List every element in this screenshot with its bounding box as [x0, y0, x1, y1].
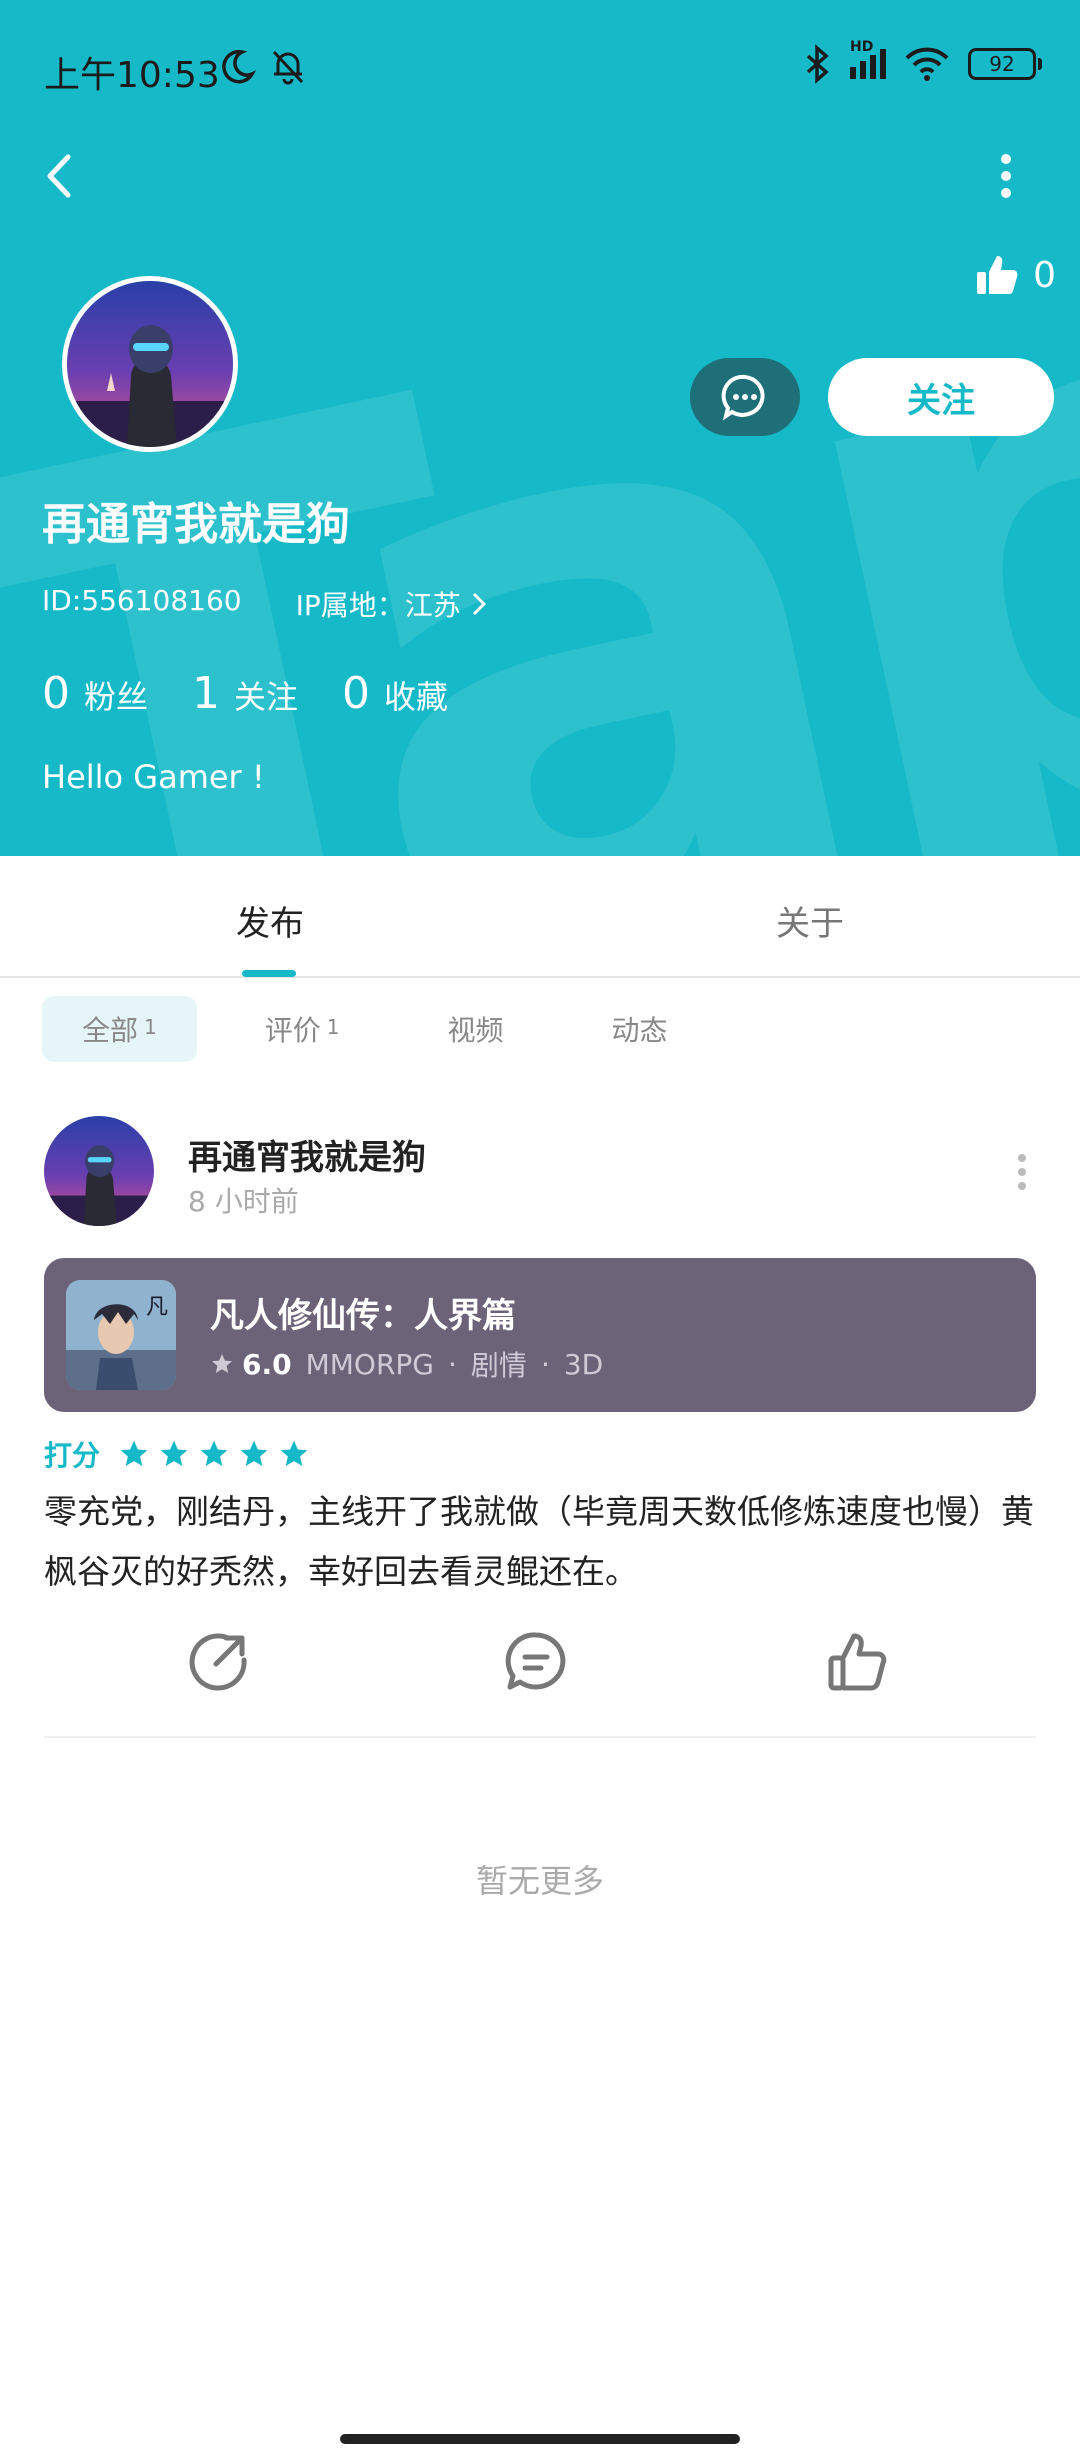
tab-about[interactable]: 关于	[776, 896, 844, 945]
profile-username: 再通宵我就是狗	[42, 499, 350, 550]
more-vertical-icon	[1018, 1154, 1026, 1190]
avatar-image	[44, 1116, 154, 1226]
avatar-image	[67, 281, 233, 447]
profile-tabs: 发布 关于	[0, 856, 1080, 978]
game-score: 6.0	[210, 1348, 292, 1381]
rating-stars	[118, 1438, 310, 1470]
content-filters: 全部 1 评价 1 视频 动态	[42, 996, 708, 1062]
ip-location-link[interactable]: IP属地：江苏	[296, 584, 487, 624]
following-stat[interactable]: 1 关注	[192, 668, 298, 719]
wifi-icon	[905, 47, 949, 81]
profile-header: TapTap 上午10:53 HD 92 0 关注 再通宵我就是狗 ID:556…	[0, 0, 1080, 856]
filter-moments[interactable]: 动态	[572, 996, 708, 1062]
back-button[interactable]	[24, 140, 96, 212]
post-divider	[44, 1736, 1036, 1738]
active-tab-indicator	[242, 970, 296, 977]
follow-button[interactable]: 关注	[828, 358, 1054, 436]
tab-publish[interactable]: 发布	[236, 896, 304, 945]
comment-icon	[505, 1632, 566, 1690]
post-more-button[interactable]	[1012, 1152, 1032, 1192]
svg-text:凡: 凡	[146, 1295, 168, 1320]
bluetooth-icon	[806, 44, 829, 84]
share-icon	[189, 1633, 247, 1691]
star-icon	[160, 1440, 188, 1466]
review-text: 零充党，刚结丹，主线开了我就做（毕竟周天数低修炼速度也慢）黄枫谷灭的好秃然，幸好…	[44, 1492, 1034, 1591]
game-cover-image: 凡	[66, 1280, 176, 1390]
like-count: 0	[1033, 254, 1056, 296]
user-id: ID:556108160	[42, 584, 242, 617]
post-author-name[interactable]: 再通宵我就是狗	[188, 1130, 426, 1179]
no-more-content: 暂无更多	[475, 1862, 604, 1900]
cellular-signal-icon: HD	[850, 39, 886, 79]
chat-bubble-icon	[721, 374, 765, 421]
message-button[interactable]	[690, 358, 800, 436]
share-button[interactable]	[186, 1630, 256, 1700]
star-icon	[280, 1440, 308, 1466]
star-icon	[120, 1440, 148, 1466]
comment-button[interactable]	[504, 1630, 574, 1700]
game-card[interactable]: 凡 凡人修仙传：人界篇 6.0 MMORPG · 剧情 · 3D	[44, 1258, 1036, 1412]
profile-like-button[interactable]: 0	[975, 254, 1056, 296]
home-indicator[interactable]	[340, 2434, 740, 2444]
game-tag: MMORPG	[305, 1347, 435, 1381]
game-icon: 凡	[66, 1280, 176, 1390]
profile-avatar[interactable]	[62, 276, 238, 452]
filter-reviews[interactable]: 评价 1	[225, 996, 380, 1062]
star-icon	[240, 1440, 268, 1466]
game-tag: 剧情	[470, 1349, 527, 1382]
status-bar: 上午10:53 HD 92	[0, 0, 1080, 130]
game-meta: 6.0 MMORPG · 剧情 · 3D	[210, 1344, 603, 1384]
profile-stats: 0 粉丝 1 关注 0 收藏	[42, 668, 448, 719]
review-rating: 打分	[44, 1434, 310, 1474]
more-options-button[interactable]	[970, 140, 1042, 212]
favorites-stat[interactable]: 0 收藏	[342, 668, 448, 719]
post-actions	[0, 1630, 1080, 1700]
profile-bio: Hello Gamer !	[42, 758, 265, 796]
more-vertical-icon	[1001, 154, 1011, 198]
thumbs-up-icon	[977, 256, 1018, 294]
chevron-left-icon	[47, 154, 71, 198]
bell-off-icon	[272, 50, 304, 85]
game-tag: 3D	[563, 1347, 604, 1381]
star-icon	[212, 1354, 232, 1373]
status-time: 上午10:53	[44, 55, 220, 96]
battery-indicator: 92	[968, 48, 1042, 80]
moon-icon	[222, 49, 256, 84]
tag-separator: ·	[540, 1347, 550, 1381]
rating-label: 打分	[44, 1439, 101, 1472]
like-button[interactable]	[826, 1630, 896, 1700]
post-timestamp: 8 小时前	[188, 1185, 299, 1218]
chevron-right-icon	[472, 592, 486, 616]
post-author-avatar[interactable]	[44, 1116, 154, 1226]
star-icon	[200, 1440, 228, 1466]
thumbs-up-icon	[828, 1633, 887, 1691]
profile-id-line: ID:556108160 IP属地：江苏	[42, 584, 487, 624]
filter-videos[interactable]: 视频	[408, 996, 544, 1062]
game-title: 凡人修仙传：人界篇	[210, 1296, 516, 1336]
filter-all[interactable]: 全部 1	[42, 996, 197, 1062]
tag-separator: ·	[448, 1347, 457, 1381]
followers-stat[interactable]: 0 粉丝	[42, 668, 148, 719]
